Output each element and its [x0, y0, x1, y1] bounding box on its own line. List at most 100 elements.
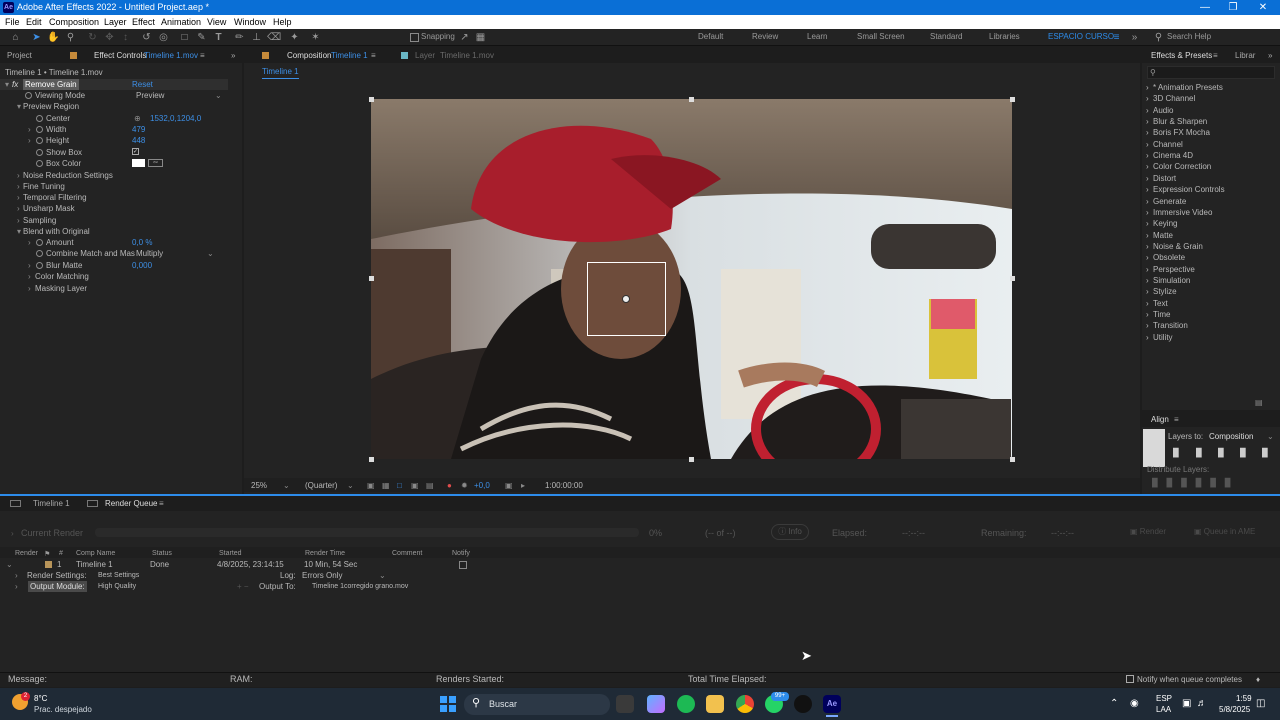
- col-comp-name[interactable]: Comp Name: [76, 550, 115, 557]
- align-target-dropdown[interactable]: Composition: [1209, 431, 1253, 442]
- show-hidden-icons-icon[interactable]: ⌃: [1110, 698, 1118, 709]
- notifications-icon[interactable]: ◫: [1256, 698, 1265, 709]
- effect-category-item[interactable]: 3D Channel: [1153, 93, 1195, 104]
- rectangle-tool-icon[interactable]: □: [178, 31, 191, 44]
- label-color-swatch[interactable]: [45, 561, 52, 568]
- render-button[interactable]: ▣ Render: [1130, 524, 1180, 540]
- show-box-checkbox[interactable]: ✓: [132, 148, 139, 155]
- github-icon[interactable]: [794, 695, 812, 713]
- snap-options-icon[interactable]: ↗: [458, 31, 471, 44]
- brush-tool-icon[interactable]: ✏: [233, 31, 246, 44]
- more-panels-icon[interactable]: »: [231, 49, 235, 63]
- queue-in-ame-button[interactable]: ▣ Queue in AME: [1194, 524, 1274, 540]
- height-expand-icon[interactable]: ›: [28, 135, 31, 146]
- effect-category-item[interactable]: Color Correction: [1153, 161, 1211, 172]
- tab-libraries[interactable]: Librar: [1235, 49, 1255, 63]
- zoom-tool-icon[interactable]: ⚲: [64, 31, 77, 44]
- effect-category-item[interactable]: Audio: [1153, 105, 1173, 116]
- copilot-icon[interactable]: [647, 695, 665, 713]
- menu-edit[interactable]: Edit: [26, 15, 42, 29]
- layer-handle[interactable]: [1010, 457, 1015, 462]
- snapshot-camera-icon[interactable]: ▣: [505, 480, 513, 491]
- blur-matte-expand-icon[interactable]: ›: [28, 260, 31, 271]
- snapping-checkbox[interactable]: [410, 33, 419, 42]
- stopwatch-icon[interactable]: [36, 115, 43, 122]
- effect-category-expand-icon[interactable]: ›: [1146, 207, 1149, 218]
- comp-subtab[interactable]: Timeline 1: [262, 65, 299, 79]
- effect-category-item[interactable]: * Animation Presets: [1153, 82, 1223, 93]
- info-button[interactable]: ⓘ Info: [771, 524, 809, 540]
- col-notify[interactable]: Notify: [452, 550, 470, 557]
- effect-category-expand-icon[interactable]: ›: [1146, 230, 1149, 241]
- workspace-libraries[interactable]: Libraries: [989, 32, 1020, 41]
- workspace-learn[interactable]: Learn: [807, 32, 827, 41]
- notify-checkbox[interactable]: [459, 561, 467, 569]
- effect-category-expand-icon[interactable]: ›: [1146, 82, 1149, 93]
- snap-grid-icon[interactable]: ▦: [474, 31, 487, 44]
- eraser-tool-icon[interactable]: ⌫: [267, 31, 281, 44]
- render-settings-value[interactable]: Best Settings: [98, 570, 139, 581]
- align-hcenter-icon[interactable]: █: [1196, 447, 1202, 458]
- effect-category-expand-icon[interactable]: ›: [1146, 264, 1149, 275]
- maximize-icon[interactable]: ❐: [1218, 0, 1248, 15]
- workspace-menu-icon[interactable]: ≡: [1110, 31, 1123, 44]
- tab-layer-name[interactable]: Timeline 1.mov: [440, 49, 494, 63]
- masking-layer-expand-icon[interactable]: ›: [28, 283, 31, 294]
- transparency-grid-icon[interactable]: ▦: [382, 480, 390, 491]
- effect-category-item[interactable]: Expression Controls: [1153, 184, 1225, 195]
- fine-tuning-expand-icon[interactable]: ›: [17, 181, 20, 192]
- align-top-icon[interactable]: █: [1240, 447, 1246, 458]
- home-icon[interactable]: ⌂: [9, 31, 22, 44]
- search-help-input[interactable]: Search Help: [1167, 32, 1211, 41]
- effect-category-expand-icon[interactable]: ›: [1146, 184, 1149, 195]
- volume-icon[interactable]: ♬: [1197, 698, 1207, 709]
- workspace-default[interactable]: Default: [698, 32, 723, 41]
- resolution-dropdown[interactable]: (Quarter): [305, 480, 337, 491]
- stopwatch-icon[interactable]: [36, 126, 43, 133]
- tab-layer[interactable]: Layer: [415, 49, 435, 63]
- task-view-icon[interactable]: [616, 695, 634, 713]
- col-index[interactable]: #: [59, 550, 63, 557]
- layer-handle[interactable]: [1010, 97, 1015, 102]
- stopwatch-icon[interactable]: [25, 92, 32, 99]
- log-dropdown[interactable]: Errors Only: [302, 570, 342, 581]
- blur-matte-value[interactable]: 0,000: [132, 260, 152, 271]
- blend-original-expand-icon[interactable]: ▾: [17, 226, 21, 237]
- width-expand-icon[interactable]: ›: [28, 124, 31, 135]
- more-workspaces-icon[interactable]: »: [1128, 31, 1141, 44]
- show-snapshot-icon[interactable]: ▸: [521, 480, 525, 491]
- width-value[interactable]: 479: [132, 124, 145, 135]
- puppet-tool-icon[interactable]: ✶: [309, 31, 322, 44]
- clock-date[interactable]: 5/8/2025: [1219, 704, 1250, 715]
- amount-value[interactable]: 0,0 %: [132, 237, 152, 248]
- effects-search-input[interactable]: [1147, 66, 1275, 79]
- col-comment[interactable]: Comment: [392, 550, 422, 557]
- menu-layer[interactable]: Layer: [104, 15, 127, 29]
- language-secondary[interactable]: LAA: [1156, 704, 1171, 715]
- menu-composition[interactable]: Composition: [49, 15, 99, 29]
- layer-handle[interactable]: [689, 457, 694, 462]
- center-crosshair-icon[interactable]: ⊕: [134, 113, 141, 124]
- preview-region-expand-icon[interactable]: ▾: [17, 101, 21, 112]
- align-panel-menu-icon[interactable]: ≡: [1174, 413, 1179, 427]
- new-bin-icon[interactable]: ▤: [1255, 397, 1263, 408]
- effect-category-expand-icon[interactable]: ›: [1146, 298, 1149, 309]
- more-panels-icon[interactable]: »: [1268, 49, 1272, 63]
- tab-effect-controls-layer[interactable]: Timeline 1.mov: [144, 49, 198, 63]
- align-target-chevron-down-icon[interactable]: ⌄: [1267, 431, 1274, 442]
- preview-center-handle-icon[interactable]: [622, 295, 630, 303]
- tab-composition[interactable]: Composition: [287, 49, 331, 63]
- exposure-value[interactable]: +0,0: [474, 480, 490, 491]
- menu-help[interactable]: Help: [273, 15, 292, 29]
- effect-category-expand-icon[interactable]: ›: [1146, 275, 1149, 286]
- channel-icon[interactable]: ●: [447, 480, 452, 491]
- noise-reduction-expand-icon[interactable]: ›: [17, 170, 20, 181]
- effect-category-expand-icon[interactable]: ›: [1146, 286, 1149, 297]
- fast-previews-icon[interactable]: ▣: [367, 480, 375, 491]
- effect-category-item[interactable]: Distort: [1153, 173, 1176, 184]
- clone-stamp-tool-icon[interactable]: ⊥: [250, 31, 263, 44]
- layer-handle[interactable]: [369, 276, 374, 281]
- dolly-tool-icon[interactable]: ↕: [119, 31, 132, 44]
- color-matching-expand-icon[interactable]: ›: [28, 271, 31, 282]
- log-chevron-down-icon[interactable]: ⌄: [379, 570, 386, 581]
